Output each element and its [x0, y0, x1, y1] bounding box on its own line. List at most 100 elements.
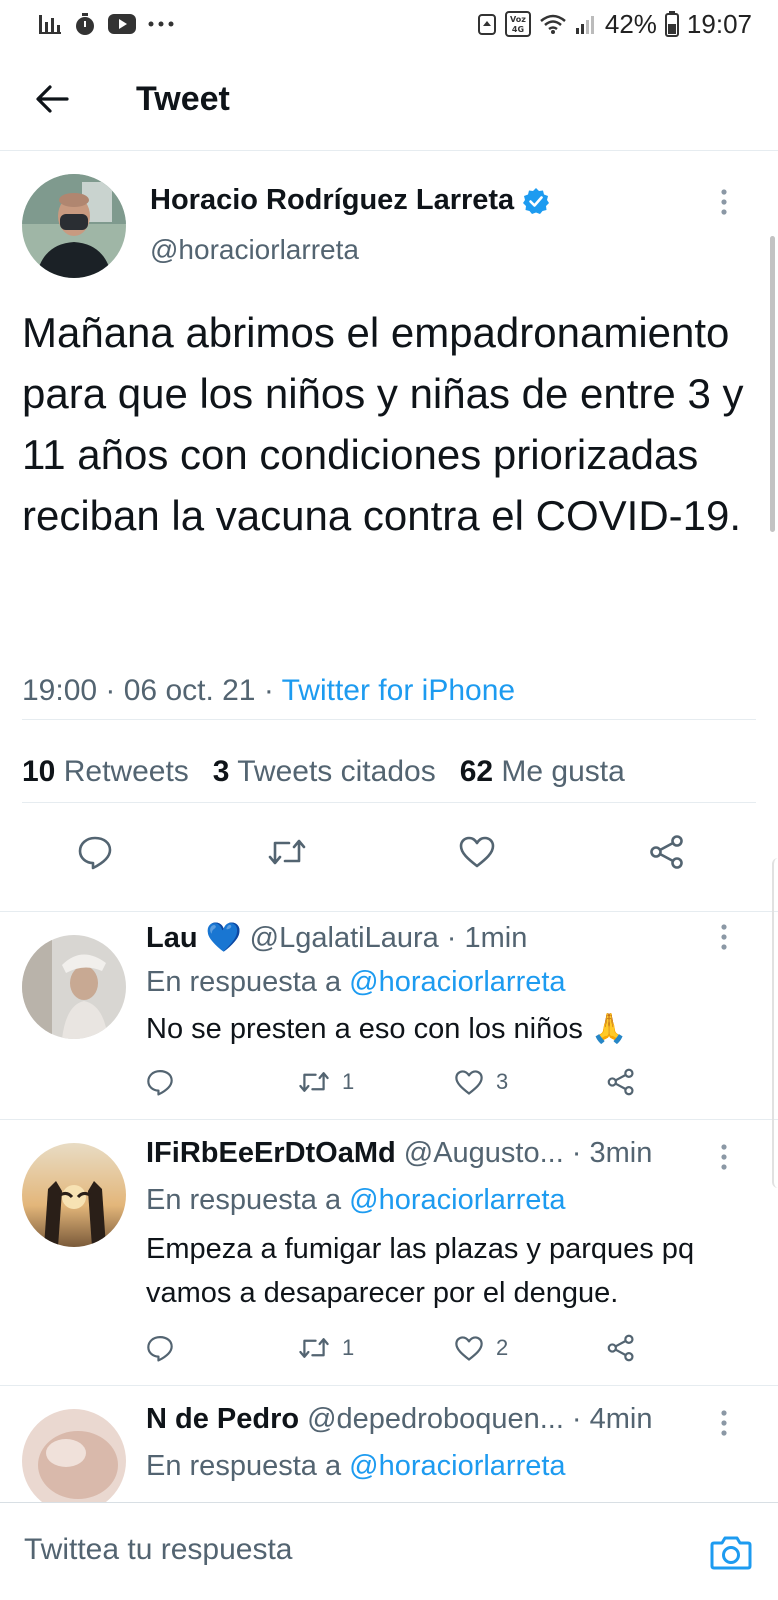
reply-like-button[interactable]: 2 — [454, 1326, 508, 1370]
reply-item[interactable]: Lau 💙 @LgalatiLaura · 1min En respuesta … — [0, 913, 778, 1120]
reply-retweet-count: 1 — [342, 1069, 355, 1094]
in-reply-to: En respuesta a @horaciorlarreta — [146, 1450, 566, 1483]
author-name-text[interactable]: Horacio Rodríguez Larreta — [150, 184, 514, 217]
like-button[interactable] — [442, 817, 512, 887]
like-icon — [459, 836, 495, 868]
status-right: Voz 4G 42% 19:07 — [477, 9, 752, 40]
reply-more-button[interactable] — [712, 1139, 736, 1175]
share-icon — [607, 1068, 634, 1096]
reply-retweet-count: 1 — [342, 1335, 355, 1360]
volte-4g-icon: Voz 4G — [504, 11, 531, 37]
reply-author-handle[interactable]: @depedroboquen... — [307, 1403, 564, 1436]
like-icon — [455, 1069, 483, 1095]
reply-author-name[interactable]: Lau — [146, 922, 198, 955]
stats-icon — [39, 15, 61, 34]
blue-heart-emoji: 💙 — [205, 922, 242, 954]
reply-icon — [147, 1070, 173, 1096]
retweet-icon — [299, 1072, 329, 1092]
divider — [22, 719, 756, 720]
tweet-more-button[interactable] — [712, 184, 736, 220]
more-vertical-icon — [721, 189, 727, 215]
arrow-left-icon — [36, 85, 69, 113]
reply-item[interactable]: IFiRbEeErDtOaMd @Augusto... · 3min En re… — [0, 1121, 778, 1386]
likes-stat[interactable]: 62 Me gusta — [460, 755, 625, 789]
reply-icon — [147, 1336, 173, 1362]
tweet-timestamp: 19:00 · 06 oct. 21 · — [22, 674, 282, 707]
scrollbar[interactable] — [770, 236, 775, 532]
edge-panel-handle[interactable] — [772, 858, 778, 1188]
reply-avatar[interactable] — [22, 1409, 126, 1502]
reply-text: Empeza a fumigar las plazas y parques pq… — [146, 1233, 695, 1309]
reply-retweet-button[interactable]: 1 — [298, 1326, 354, 1370]
retweets-stat[interactable]: 10 Retweets — [22, 755, 189, 789]
reply-input[interactable]: Twittea tu respuesta — [24, 1533, 292, 1567]
clock: 19:07 — [686, 8, 752, 39]
likes-count: 62 — [459, 755, 494, 788]
camera-icon — [710, 1536, 752, 1570]
reply-more-button[interactable] — [712, 919, 736, 955]
youtube-icon — [108, 14, 136, 34]
top-app-bar: Tweet — [0, 48, 778, 151]
author-handle[interactable]: @horaciorlarreta — [150, 234, 359, 266]
back-button[interactable] — [0, 48, 110, 150]
main-tweet: Horacio Rodríguez Larreta @horaciorlarre… — [0, 152, 778, 912]
reply-author-handle[interactable]: @LgalatiLaura — [250, 922, 439, 955]
in-reply-prefix: En respuesta a — [146, 1184, 350, 1216]
reply-text: No se presten a eso con los niños 🙏 — [146, 1007, 756, 1051]
reply-retweet-button[interactable]: 1 — [298, 1060, 354, 1104]
svg-text:Voz: Voz — [510, 15, 526, 24]
reply-avatar[interactable] — [22, 935, 126, 1039]
quotes-stat[interactable]: 3 Tweets citados — [213, 755, 436, 789]
page-title: Tweet — [136, 79, 230, 118]
reply-share-button[interactable] — [606, 1326, 636, 1370]
reply-reply-button[interactable] — [146, 1060, 174, 1104]
recycle-icon — [477, 14, 496, 35]
reply-author-handle[interactable]: @Augusto... — [404, 1137, 564, 1170]
mention-link[interactable]: @horaciorlarreta — [349, 1184, 565, 1216]
reply-actions: 1 3 — [146, 1060, 666, 1104]
divider — [22, 802, 756, 803]
pray-emoji: 🙏 — [590, 1013, 628, 1045]
quotes-count: 3 — [212, 755, 230, 788]
reply-more-button[interactable] — [712, 1405, 736, 1441]
svg-text:4G: 4G — [512, 25, 524, 34]
share-button[interactable] — [632, 817, 702, 887]
reply-icon — [78, 836, 112, 870]
battery-percent: 42% — [604, 8, 657, 39]
reply-button[interactable] — [60, 817, 130, 887]
reply-author-name[interactable]: IFiRbEeErDtOaMd — [146, 1137, 396, 1170]
reply-avatar[interactable] — [22, 1143, 126, 1247]
in-reply-to: En respuesta a @horaciorlarreta — [146, 966, 566, 999]
reply-reply-button[interactable] — [146, 1326, 174, 1370]
reply-like-button[interactable]: 3 — [454, 1060, 508, 1104]
mention-link[interactable]: @horaciorlarreta — [349, 1450, 565, 1482]
in-reply-prefix: En respuesta a — [146, 1450, 350, 1482]
retweet-button[interactable] — [252, 817, 322, 887]
tweet-source-link[interactable]: Twitter for iPhone — [282, 674, 515, 707]
more-vertical-icon — [721, 924, 727, 950]
status-left — [38, 12, 174, 36]
author-avatar[interactable] — [22, 174, 126, 278]
reply-item[interactable]: N de Pedro @depedroboquen... · 4min En r… — [0, 1387, 778, 1502]
reply-share-button[interactable] — [606, 1060, 636, 1104]
tweet-stats: 10 Retweets 3 Tweets citados 62 Me gusta — [22, 755, 625, 789]
quotes-label: Tweets citados — [237, 755, 436, 788]
reply-time: · 1min — [446, 921, 528, 954]
status-bar: Voz 4G 42% 19:07 — [0, 0, 778, 48]
more-vertical-icon — [721, 1410, 727, 1436]
timer-icon — [76, 13, 94, 35]
retweets-count: 10 — [22, 755, 56, 788]
verified-badge-icon — [523, 187, 550, 214]
likes-label: Me gusta — [501, 755, 625, 788]
reply-header: N de Pedro @depedroboquen... · 4min — [146, 1403, 652, 1436]
camera-button[interactable] — [706, 1527, 756, 1577]
reply-author-name[interactable]: N de Pedro — [146, 1403, 299, 1436]
tweet-actions — [0, 817, 778, 887]
tweet-text: Mañana abrimos el empadronamiento para q… — [22, 309, 744, 539]
author-name[interactable]: Horacio Rodríguez Larreta — [150, 184, 550, 217]
mention-link[interactable]: @horaciorlarreta — [349, 966, 565, 998]
reply-header: IFiRbEeErDtOaMd @Augusto... · 3min — [146, 1137, 652, 1170]
retweet-icon — [268, 839, 306, 865]
in-reply-prefix: En respuesta a — [146, 966, 350, 998]
reply-actions: 1 2 — [146, 1326, 666, 1370]
